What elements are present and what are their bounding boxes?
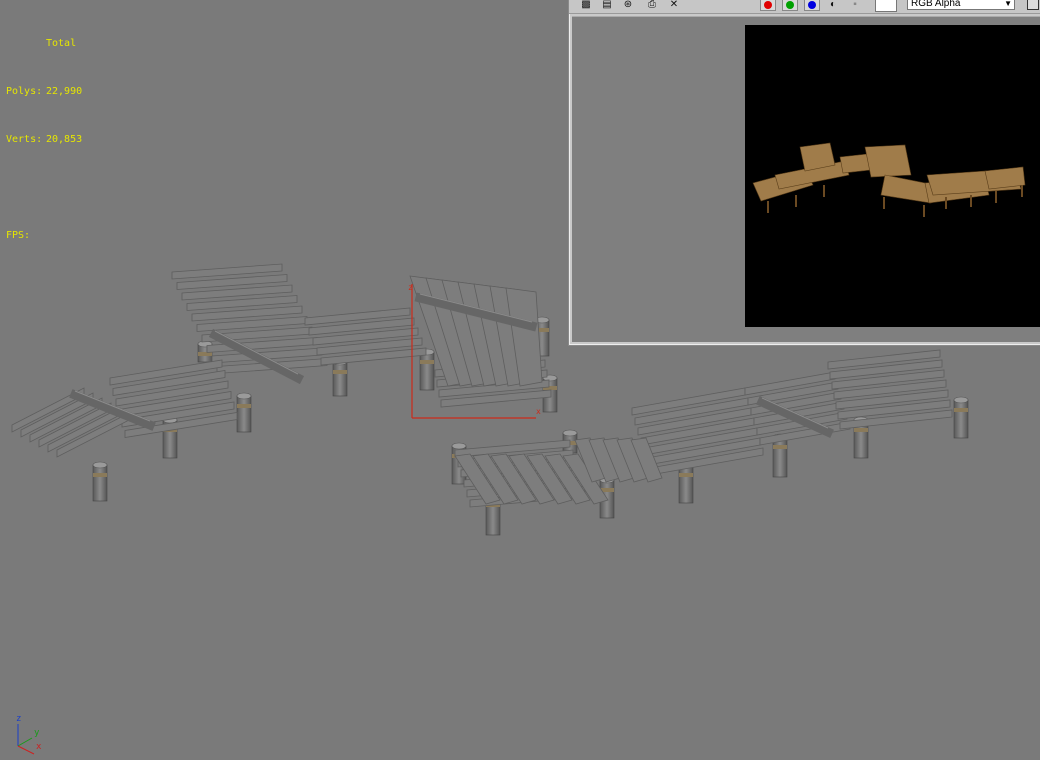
channel-display-select[interactable]: RGB Alpha ▼ bbox=[907, 0, 1015, 10]
green-channel-button[interactable] bbox=[782, 0, 798, 11]
channel-select-value: RGB Alpha bbox=[911, 0, 961, 9]
svg-text:x: x bbox=[536, 407, 541, 416]
red-channel-button[interactable] bbox=[760, 0, 776, 11]
save-icon[interactable]: ▩ bbox=[579, 0, 593, 11]
axis-x-label: x bbox=[36, 742, 42, 752]
copy-icon[interactable]: ▤ bbox=[600, 0, 614, 11]
render-frame-window[interactable]: ▩ ▤ ⊛ ⎙ ✕ ◐ ▪ RGB Alpha ▼ bbox=[568, 0, 1040, 346]
render-toolbar: ▩ ▤ ⊛ ⎙ ✕ ◐ ▪ RGB Alpha ▼ bbox=[569, 0, 1040, 14]
post bbox=[92, 464, 108, 502]
rendered-dock bbox=[752, 142, 1026, 217]
clear-icon[interactable]: ✕ bbox=[667, 0, 681, 11]
print-icon[interactable]: ⎙ bbox=[645, 0, 659, 11]
post bbox=[772, 436, 788, 478]
clone-icon[interactable]: ⊛ bbox=[621, 0, 635, 11]
toolbar-toggle-icon[interactable] bbox=[1027, 0, 1039, 10]
post bbox=[332, 361, 348, 397]
mono-icon[interactable]: ▪ bbox=[848, 0, 862, 11]
post bbox=[419, 351, 435, 391]
render-frame-body bbox=[572, 16, 1040, 342]
blue-channel-button[interactable] bbox=[804, 0, 820, 11]
rendered-image bbox=[745, 25, 1040, 327]
axis-z-label: z bbox=[16, 714, 22, 724]
svg-text:z: z bbox=[408, 283, 413, 292]
post bbox=[678, 464, 694, 504]
color-swatch[interactable] bbox=[875, 0, 897, 12]
axis-tripod: z y x bbox=[10, 712, 50, 758]
chevron-down-icon: ▼ bbox=[1004, 0, 1012, 8]
alpha-channel-icon[interactable]: ◐ bbox=[826, 0, 840, 11]
axis-y-label: y bbox=[34, 728, 40, 738]
post bbox=[236, 395, 252, 433]
post bbox=[953, 399, 969, 439]
